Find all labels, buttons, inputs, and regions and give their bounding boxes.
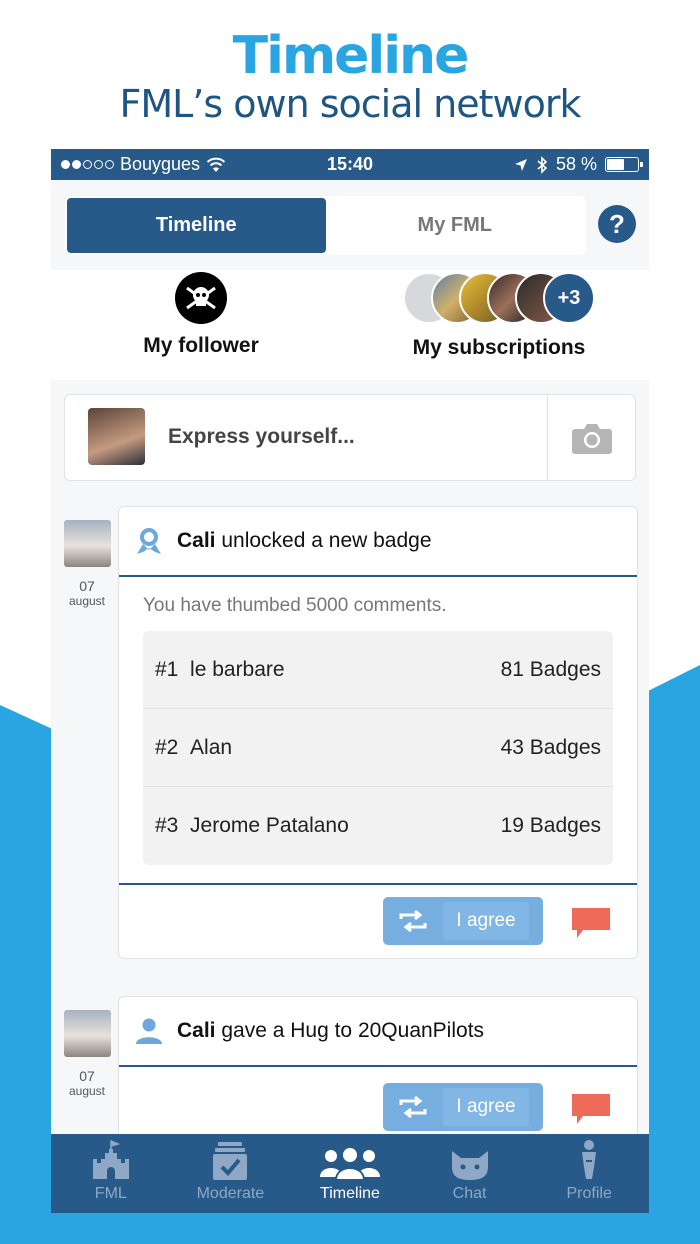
composer-input[interactable]: Express yourself... bbox=[168, 425, 355, 449]
ranking-row: #1 le barbare 81 Badges bbox=[143, 631, 613, 709]
battery-percent: 58 % bbox=[555, 154, 597, 174]
moderate-check-icon bbox=[213, 1142, 248, 1180]
profile-figure-icon bbox=[582, 1140, 597, 1179]
comment-icon[interactable] bbox=[571, 1093, 611, 1125]
promo-title: Timeline bbox=[232, 26, 470, 86]
tab-label: Profile bbox=[566, 1185, 612, 1202]
subscriptions-label: My subscriptions bbox=[412, 336, 586, 359]
status-bar: Bouygues 15:40 58 % bbox=[51, 149, 649, 180]
tab-moderate[interactable]: Moderate bbox=[171, 1134, 291, 1213]
tab-timeline[interactable]: Timeline bbox=[67, 198, 326, 253]
card-header: Cali gave a Hug to 20QuanPilots bbox=[119, 997, 637, 1067]
cat-avatar bbox=[64, 520, 111, 567]
agree-button[interactable]: I agree bbox=[383, 897, 543, 945]
tab-chat[interactable]: Chat bbox=[410, 1134, 530, 1213]
camera-icon bbox=[571, 423, 612, 454]
battery-icon bbox=[605, 157, 643, 172]
bottom-tab-bar: FML Moderate Timeline Chat Profile bbox=[51, 1134, 649, 1213]
my-subscriptions[interactable]: +3 My subscriptions bbox=[381, 270, 617, 360]
card-header: Cali unlocked a new badge bbox=[119, 507, 637, 577]
person-icon bbox=[136, 1018, 162, 1044]
tab-fml[interactable]: FML bbox=[51, 1134, 171, 1213]
tab-timeline-nav[interactable]: Timeline bbox=[290, 1134, 410, 1213]
promo-subtitle: FML’s own social network bbox=[119, 82, 581, 126]
help-button[interactable]: ? bbox=[598, 205, 636, 243]
card-footer: I agree bbox=[119, 1067, 637, 1142]
badge-description: You have thumbed 5000 comments. bbox=[143, 595, 447, 616]
pirate-avatar-icon bbox=[175, 272, 227, 324]
my-avatar bbox=[88, 408, 145, 465]
my-follower[interactable]: My follower bbox=[101, 270, 301, 358]
castle-icon bbox=[92, 1139, 129, 1179]
post-date: 07 august bbox=[68, 578, 106, 608]
tab-profile[interactable]: Profile bbox=[529, 1134, 649, 1213]
tab-label: Moderate bbox=[196, 1185, 265, 1202]
follower-label: My follower bbox=[143, 334, 259, 357]
segmented-control: Timeline My FML bbox=[65, 196, 586, 255]
post-date: 07 august bbox=[68, 1068, 106, 1098]
ranking-list: #1 le barbare 81 Badges #2 Alan 43 Badge… bbox=[143, 631, 613, 865]
tab-label: Timeline bbox=[320, 1185, 380, 1202]
location-arrow-icon bbox=[514, 158, 527, 171]
cat-avatar bbox=[64, 1010, 111, 1057]
badge-ribbon-icon bbox=[137, 528, 161, 554]
agree-label: I agree bbox=[443, 902, 529, 940]
ranking-row: #2 Alan 43 Badges bbox=[143, 709, 613, 787]
subscription-avatars: +3 bbox=[381, 270, 617, 326]
repost-icon bbox=[399, 909, 427, 933]
agree-button[interactable]: I agree bbox=[383, 1083, 543, 1131]
bluetooth-icon bbox=[537, 155, 548, 174]
card-footer: I agree bbox=[119, 883, 637, 958]
group-icon bbox=[319, 1148, 380, 1181]
tab-label: FML bbox=[94, 1185, 127, 1202]
ranking-row: #3 Jerome Patalano 19 Badges bbox=[155, 814, 601, 837]
comment-icon[interactable] bbox=[571, 907, 611, 939]
top-tab-area: Timeline My FML ? bbox=[51, 180, 649, 270]
card-title: Cali unlocked a new badge bbox=[177, 529, 432, 552]
badge-card: Cali unlocked a new badge You have thumb… bbox=[118, 506, 638, 959]
composer[interactable]: Express yourself... bbox=[64, 394, 636, 481]
cat-icon bbox=[451, 1151, 488, 1180]
camera-button[interactable] bbox=[547, 395, 635, 480]
phone-screen: Bouygues 15:40 58 % Timeline My FML ? My… bbox=[51, 149, 649, 1213]
tab-label: Chat bbox=[452, 1185, 487, 1202]
card-title: Cali gave a Hug to 20QuanPilots bbox=[177, 1019, 485, 1042]
tab-my-fml[interactable]: My FML bbox=[326, 198, 585, 253]
repost-icon bbox=[399, 1095, 427, 1119]
follow-section: My follower +3 My subscriptions bbox=[51, 270, 649, 380]
agree-label: I agree bbox=[443, 1088, 529, 1126]
more-subscriptions-badge: +3 bbox=[543, 272, 595, 324]
card-body: You have thumbed 5000 comments. #1 le ba… bbox=[119, 577, 637, 881]
